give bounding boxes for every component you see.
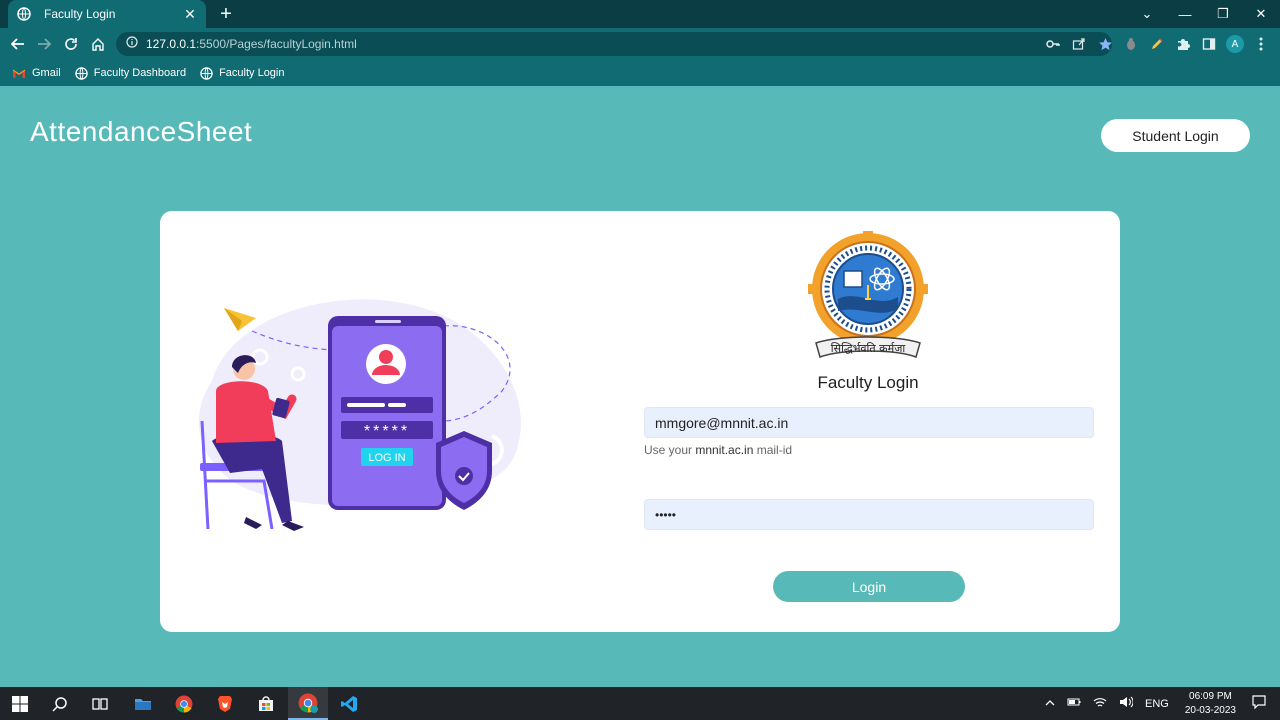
task-view-icon [92, 697, 108, 710]
info-icon[interactable] [126, 35, 138, 53]
share-icon[interactable] [1066, 32, 1092, 56]
illustration-login-text: LOG IN [368, 452, 405, 464]
bookmarks-bar: Gmail Faculty Dashboard Faculty Login [0, 60, 1280, 86]
folder-icon [135, 698, 151, 710]
tab-title: Faculty Login [44, 7, 116, 21]
tab-search-icon[interactable]: ⌄ [1128, 6, 1166, 22]
volume-icon[interactable] [1119, 696, 1134, 711]
search-button[interactable] [40, 687, 80, 720]
login-illustration: ***** LOG IN [198, 299, 521, 531]
url-path: :5500/Pages/facultyLogin.html [196, 37, 357, 51]
windows-icon [12, 695, 28, 712]
chrome-icon [175, 695, 193, 713]
maximize-button[interactable]: ❐ [1204, 6, 1242, 22]
student-login-button[interactable]: Student Login [1101, 119, 1250, 152]
browser-toolbar: 127.0.0.1:5500/Pages/facultyLogin.html A [0, 28, 1280, 60]
clock-date: 20-03-2023 [1184, 704, 1236, 716]
new-tab-button[interactable]: + [216, 4, 236, 24]
start-button[interactable] [0, 687, 40, 720]
clock[interactable]: 06:09 PM 20-03-2023 [1185, 690, 1236, 718]
home-icon[interactable] [88, 34, 108, 54]
institute-logo: सिद्धिर्भवति कर्मजा [808, 231, 928, 358]
bookmark-faculty-dashboard[interactable]: Faculty Dashboard [75, 66, 187, 80]
taskbar-chrome-active[interactable] [288, 687, 328, 720]
brand-title: AttendanceSheet [30, 116, 253, 147]
puzzle-icon[interactable] [1170, 32, 1196, 56]
taskbar-brave[interactable] [205, 687, 245, 720]
store-icon [259, 695, 273, 711]
bookmark-star-icon[interactable] [1092, 32, 1118, 56]
password-field[interactable]: ••••• [644, 499, 1094, 530]
bookmark-label: Gmail [32, 67, 61, 79]
language-indicator[interactable]: ENG [1145, 698, 1169, 710]
close-window-button[interactable]: ✕ [1242, 6, 1280, 22]
back-arrow-icon[interactable] [8, 34, 28, 54]
key-icon[interactable] [1040, 32, 1066, 56]
gmail-icon [12, 69, 26, 78]
login-button[interactable]: Login [773, 571, 965, 602]
email-hint: Use your mnnit.ac.in mail-id [644, 443, 792, 457]
brave-icon [218, 695, 232, 712]
bookmark-gmail[interactable]: Gmail [12, 67, 61, 79]
battery-icon[interactable] [1067, 697, 1081, 710]
hint-domain: mnnit.ac.in [695, 443, 754, 457]
vscode-icon [341, 695, 357, 712]
globe-icon [16, 6, 32, 22]
illustration-password-text: ***** [364, 423, 410, 440]
reload-icon[interactable] [61, 34, 81, 54]
email-field[interactable]: mmgore@mnnit.ac.in [644, 407, 1094, 438]
taskbar-file-explorer[interactable] [123, 687, 163, 720]
bookmark-label: Faculty Dashboard [93, 67, 187, 79]
clock-time: 06:09 PM [1189, 690, 1232, 702]
system-tray: ENG 06:09 PM 20-03-2023 [1039, 687, 1280, 720]
pen-extension-icon[interactable] [1144, 32, 1170, 56]
login-card: ***** LOG IN सिद्धिर्भवति कर्मजा Faculty… [160, 211, 1120, 632]
search-icon [52, 696, 67, 712]
forward-arrow-icon[interactable] [34, 34, 54, 54]
window-controls: ⌄ — ❐ ✕ [1128, 0, 1280, 28]
url-host: 127.0.0.1 [146, 37, 197, 51]
hint-suffix: mail-id [753, 443, 793, 457]
wifi-icon[interactable] [1093, 697, 1107, 711]
close-tab-icon[interactable]: ✕ [182, 6, 198, 22]
globe-icon [75, 66, 88, 80]
taskbar-vscode[interactable] [329, 687, 369, 720]
logo-motto: सिद्धिर्भवति कर्मजा [831, 342, 906, 355]
hint-prefix: Use your [644, 443, 696, 457]
browser-tabstrip: Faculty Login ✕ + ⌄ — ❐ ✕ [0, 0, 1280, 28]
taskbar-store[interactable] [246, 687, 286, 720]
task-view-button[interactable] [80, 687, 120, 720]
profile-avatar[interactable]: A [1226, 35, 1244, 53]
globe-icon [200, 66, 213, 80]
address-bar[interactable]: 127.0.0.1:5500/Pages/facultyLogin.html [116, 32, 1112, 56]
form-title: Faculty Login [817, 373, 919, 392]
chrome-profile-icon [298, 693, 318, 713]
taskbar-chrome[interactable] [164, 687, 204, 720]
notification-icon[interactable] [1252, 695, 1266, 712]
extension-bar: A [1040, 32, 1274, 56]
side-panel-icon[interactable] [1196, 32, 1222, 56]
tab-faculty-login[interactable]: Faculty Login ✕ [8, 0, 206, 28]
taskbar: ENG 06:09 PM 20-03-2023 [0, 687, 1280, 720]
bookmark-faculty-login[interactable]: Faculty Login [200, 66, 285, 80]
menu-dots-icon[interactable] [1248, 32, 1274, 56]
bookmark-label: Faculty Login [219, 67, 285, 79]
minimize-button[interactable]: — [1166, 7, 1204, 22]
chevron-up-icon[interactable] [1045, 698, 1055, 710]
extension-grey-icon[interactable] [1118, 32, 1144, 56]
